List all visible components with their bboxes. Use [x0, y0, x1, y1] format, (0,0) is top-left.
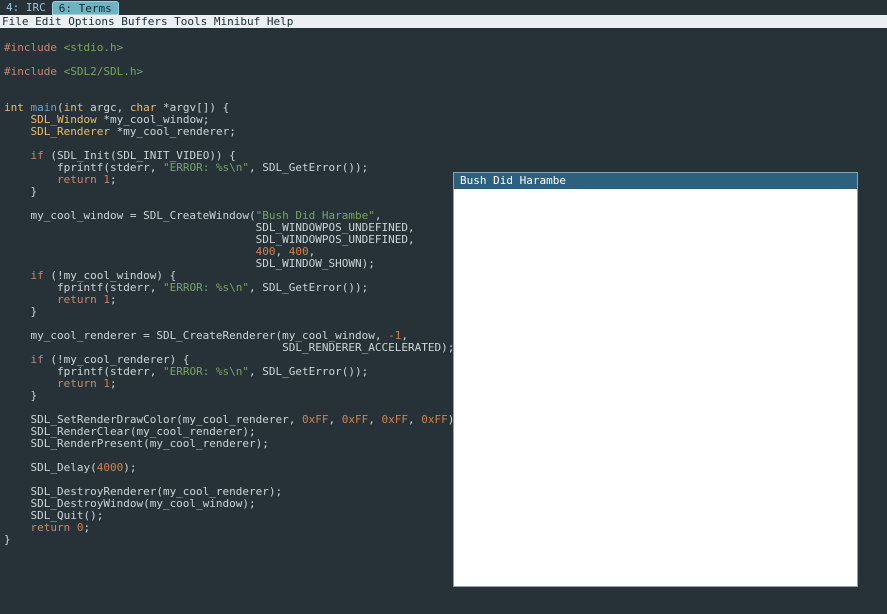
code-token: ;	[84, 521, 91, 534]
code-token: 0xFF	[421, 413, 448, 426]
code-token: 1	[103, 377, 110, 390]
code-token: return	[57, 377, 97, 390]
code-token: "ERROR: %s\n"	[163, 365, 249, 378]
code-token	[4, 125, 31, 138]
code-token: 1	[103, 293, 110, 306]
code-token: SDL_RenderPresent(my_cool_renderer);	[4, 437, 269, 450]
code-token: }	[4, 185, 37, 198]
code-token: }	[4, 533, 11, 546]
code-token: 0xFF	[382, 413, 409, 426]
code-token: <SDL2/SDL.h>	[64, 65, 143, 78]
code-token: 0xFF	[302, 413, 329, 426]
code-token: return	[57, 173, 97, 186]
code-token: }	[4, 305, 37, 318]
code-token: 4000	[97, 461, 124, 474]
code-token: "ERROR: %s\n"	[163, 161, 249, 174]
code-token: 0	[77, 521, 84, 534]
code-token: , SDL_GetError());	[249, 365, 368, 378]
code-token: ;	[110, 293, 117, 306]
code-token: ;	[110, 377, 117, 390]
code-token: , SDL_GetError());	[249, 161, 368, 174]
code-token: SDL_Renderer	[31, 125, 110, 138]
code-token: return	[31, 521, 71, 534]
code-token: "ERROR: %s\n"	[163, 281, 249, 294]
sdl-window-titlebar[interactable]: Bush Did Harambe	[454, 173, 857, 189]
code-token: , SDL_GetError());	[249, 281, 368, 294]
code-token: return	[57, 293, 97, 306]
code-token: }	[4, 389, 37, 402]
code-token: ;	[110, 173, 117, 186]
tab-terms[interactable]: 6: Terms	[52, 1, 119, 15]
emacs-menubar[interactable]: File Edit Options Buffers Tools Minibuf …	[0, 15, 887, 28]
code-token: *my_cool_renderer;	[110, 125, 236, 138]
tab-irc[interactable]: 4: IRC	[0, 1, 52, 15]
code-token: 1	[103, 173, 110, 186]
code-token: SDL_Delay(	[4, 461, 97, 474]
code-token: ,	[329, 413, 342, 426]
code-token: ,	[408, 413, 421, 426]
code-token: ,	[368, 413, 381, 426]
code-token: #include	[4, 41, 64, 54]
sdl-output-window[interactable]: Bush Did Harambe	[453, 172, 858, 587]
code-token: <stdio.h>	[64, 41, 124, 54]
workspace-tab-bar: 4: IRC 6: Terms	[0, 0, 887, 15]
code-token	[70, 521, 77, 534]
code-token: );	[123, 461, 136, 474]
code-token: #include	[4, 65, 64, 78]
code-token: 0xFF	[342, 413, 369, 426]
